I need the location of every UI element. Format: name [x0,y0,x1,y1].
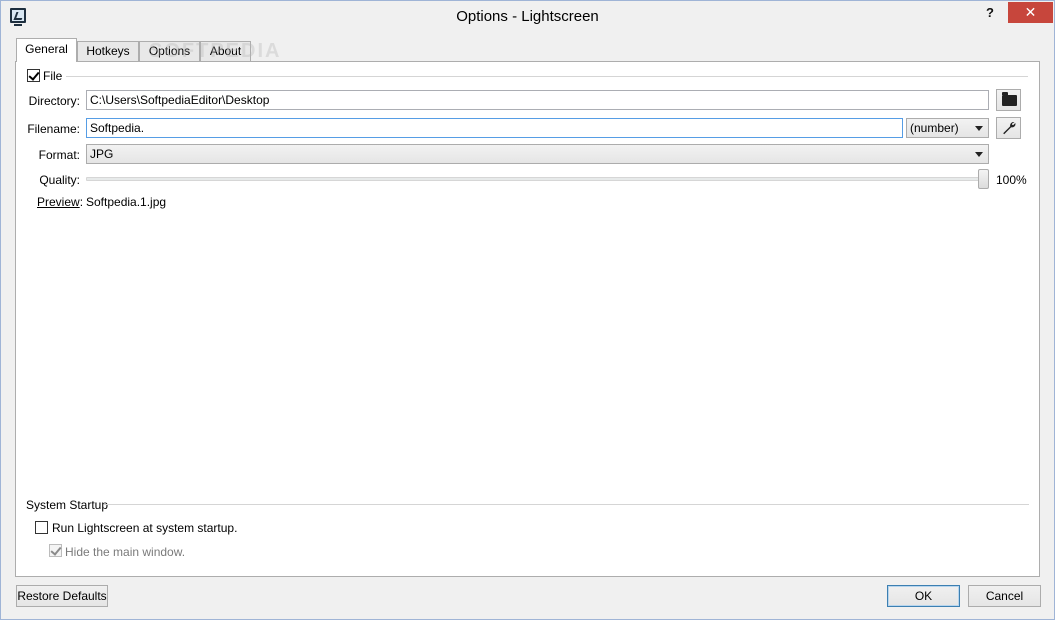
window-title: Options - Lightscreen [456,8,599,25]
ok-button[interactable]: OK [887,585,960,607]
system-startup-title: System Startup [26,498,109,512]
browse-folder-button[interactable] [996,89,1021,111]
file-checkbox[interactable] [27,69,40,82]
preview-link[interactable]: Preview [37,195,80,209]
hide-main-window-checkbox [49,544,62,557]
folder-icon [1002,92,1017,106]
file-group-label: File [43,69,63,83]
quality-label: Quality: [39,173,80,187]
quality-value: 100% [996,173,1027,187]
format-select[interactable]: JPG [86,144,989,164]
cancel-button[interactable]: Cancel [968,585,1041,607]
close-icon: ✕ [1024,4,1037,20]
close-button[interactable]: ✕ [1008,2,1053,23]
filename-field[interactable]: Softpedia. [86,118,903,138]
hide-main-window-label: Hide the main window. [65,545,186,559]
options-window: Options - Lightscreen ? ✕ General Hotkey… [0,0,1055,620]
wrench-icon [1003,122,1016,135]
run-at-startup-checkbox[interactable] [35,521,48,534]
preview-filename: Softpedia.1.jpg [86,195,167,209]
chevron-down-icon [975,152,983,157]
help-button[interactable]: ? [982,4,998,22]
tab-about[interactable]: About [200,41,251,61]
directory-label: Directory: [28,94,80,108]
quality-slider-track[interactable] [86,177,988,181]
file-group-divider [66,76,1028,77]
quality-slider-thumb[interactable] [978,169,989,189]
chevron-down-icon [975,126,983,131]
startup-group-divider [104,504,1029,505]
general-tab-panel: File Directory: C:\Users\SoftpediaEditor… [15,61,1040,577]
tab-options[interactable]: Options [139,41,200,61]
preview-label: Preview: [37,195,83,209]
filename-label: Filename: [27,122,80,136]
tab-hotkeys[interactable]: Hotkeys [77,41,139,61]
preview-colon: : [79,195,84,209]
restore-defaults-button[interactable]: Restore Defaults [16,585,108,607]
naming-scheme-value: (number) [910,121,959,135]
tab-general[interactable]: General [16,38,77,62]
naming-scheme-select[interactable]: (number) [906,118,989,138]
format-value: JPG [90,147,114,161]
run-at-startup-label: Run Lightscreen at system startup. [52,521,238,535]
title-bar[interactable]: Options - Lightscreen ? ✕ [1,1,1054,32]
format-label: Format: [38,148,80,162]
directory-field[interactable]: C:\Users\SoftpediaEditor\Desktop [86,90,989,110]
naming-options-button[interactable] [996,117,1021,139]
